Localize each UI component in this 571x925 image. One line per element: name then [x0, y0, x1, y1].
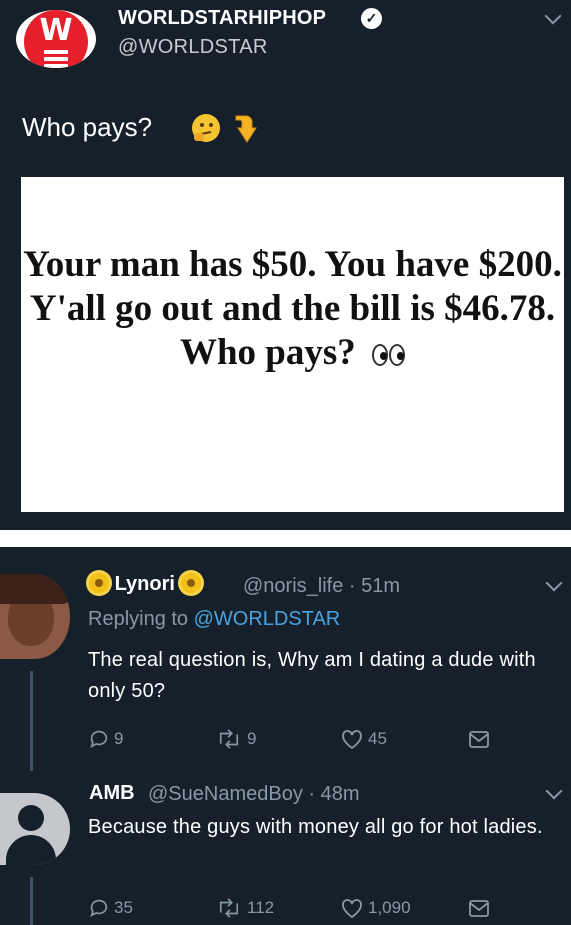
author-handle[interactable]: @WORLDSTAR: [118, 36, 268, 59]
retweet-icon: [219, 898, 239, 918]
reply-icon: [90, 899, 108, 917]
envelope-icon: [469, 731, 489, 748]
tweet-text: Who pays?: [22, 112, 153, 142]
chevron-down-icon[interactable]: [545, 782, 563, 800]
reply-handle[interactable]: @SueNamedBoy: [148, 783, 303, 805]
worldstar-logo-avatar[interactable]: W: [16, 10, 96, 68]
reply-button[interactable]: 35: [88, 897, 133, 919]
chevron-down-icon[interactable]: [545, 574, 563, 592]
reply-author-name-text: Lynori: [114, 573, 175, 595]
avatar-amb[interactable]: [0, 793, 70, 865]
reply-timestamp[interactable]: · 51m: [349, 575, 400, 597]
envelope-icon: [469, 900, 489, 917]
reply-author-name[interactable]: Lynori: [89, 573, 201, 596]
retweet-count: 9: [247, 729, 257, 748]
verified-badge-icon: ✓: [361, 8, 382, 29]
sunflower-emoji-icon: [89, 573, 109, 593]
pointing-down-emoji-icon: [235, 115, 257, 143]
replies-thread: Lynori @noris_life · 51m Replying to @WO…: [0, 547, 571, 925]
media-text: Your man has $50. You have $200. Y'all g…: [23, 244, 562, 373]
like-button[interactable]: 45: [340, 728, 387, 750]
retweet-icon: [219, 729, 239, 749]
chevron-down-icon[interactable]: [544, 7, 562, 25]
reply-text: The real question is, Why am I dating a …: [88, 649, 536, 702]
reply-author-name[interactable]: AMB: [89, 782, 135, 805]
avatar-lynori[interactable]: [0, 574, 70, 659]
reply-count: 35: [114, 898, 133, 917]
logo-letter: W: [39, 13, 73, 48]
retweet-count: 112: [247, 898, 275, 917]
thread-line: [30, 877, 33, 925]
sunflower-emoji-icon: [180, 573, 201, 593]
reply-timestamp[interactable]: · 48m: [308, 783, 359, 805]
reply-meta: @SueNamedBoy · 48m: [148, 783, 360, 806]
like-button[interactable]: 1,090: [340, 897, 411, 919]
reply-meta: @noris_life · 51m: [243, 575, 400, 598]
reply-handle[interactable]: @noris_life: [243, 575, 343, 597]
like-count: 1,090: [368, 898, 411, 917]
thread-line: [30, 671, 33, 771]
heart-icon: [342, 899, 362, 919]
reply-button[interactable]: 9: [88, 728, 123, 750]
tweet-card: W WORLDSTARHIPHOP ✓ @WORLDSTAR Who pays?…: [0, 0, 571, 530]
reply-text: Because the guys with money all go for h…: [88, 816, 543, 838]
thinking-face-emoji-icon: [192, 114, 220, 142]
author-name[interactable]: WORLDSTARHIPHOP: [118, 7, 326, 30]
replying-to-label: Replying to: [88, 608, 189, 630]
direct-message-button[interactable]: [467, 728, 495, 750]
reply-icon: [90, 730, 108, 748]
retweet-button[interactable]: 112: [215, 897, 274, 919]
direct-message-button[interactable]: [467, 897, 495, 919]
heart-icon: [342, 730, 362, 750]
replying-to-line: Replying to @WORLDSTAR: [88, 608, 340, 631]
retweet-button[interactable]: 9: [215, 728, 256, 750]
like-count: 45: [368, 729, 387, 748]
tweet-media-image[interactable]: Your man has $50. You have $200. Y'all g…: [21, 177, 564, 512]
reply-count: 9: [114, 729, 124, 748]
media-caption: Your man has $50. You have $200. Y'all g…: [21, 243, 564, 377]
eyes-emoji-icon: [371, 333, 406, 377]
replying-to-handle-link[interactable]: @WORLDSTAR: [194, 608, 341, 630]
